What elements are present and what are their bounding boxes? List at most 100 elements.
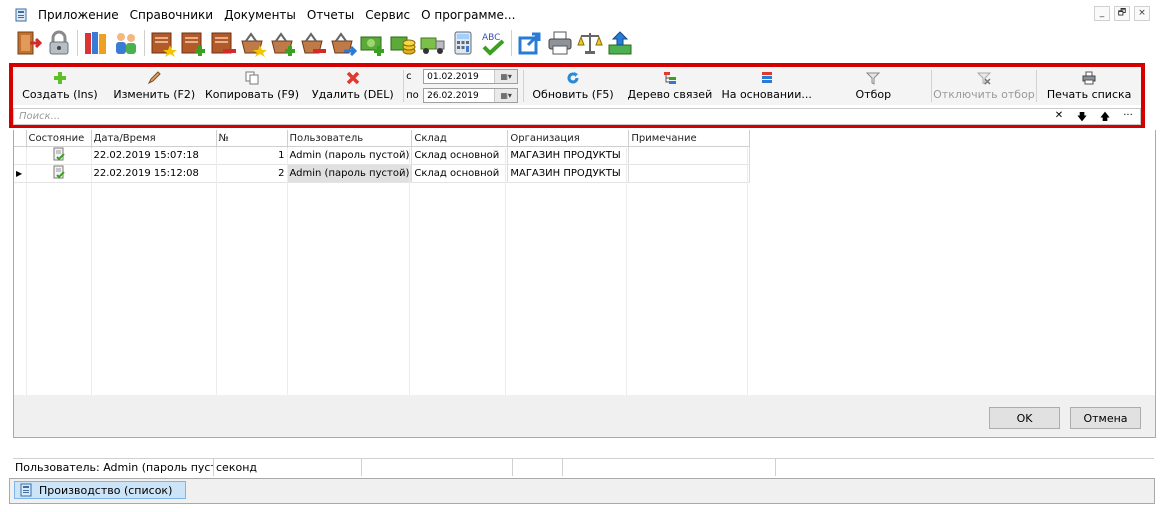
- menu-references[interactable]: Справочники: [130, 8, 213, 22]
- period-to-label: по: [406, 90, 419, 101]
- date-to-field[interactable]: 26.02.2019 ▦▾: [423, 88, 519, 103]
- search-input[interactable]: [16, 109, 1052, 124]
- export-icon[interactable]: [515, 28, 545, 58]
- cancel-button[interactable]: Отмена: [1070, 407, 1141, 429]
- column-divider: [409, 148, 410, 395]
- create-button[interactable]: Создать (Ins): [13, 67, 107, 105]
- column-divider: [216, 148, 217, 395]
- col-datetime[interactable]: Дата/Время: [91, 130, 217, 147]
- link-tree-button[interactable]: Дерево связей: [622, 67, 717, 105]
- refresh-button[interactable]: Обновить (F5): [524, 67, 623, 105]
- menu-reports[interactable]: Отчеты: [307, 8, 354, 22]
- calendar-dropdown-icon[interactable]: ▦▾: [494, 70, 518, 83]
- filter-icon: [866, 72, 881, 85]
- row-current-icon: ▶: [14, 164, 27, 183]
- find-next-icon[interactable]: 🡇: [1076, 110, 1088, 127]
- scales-icon[interactable]: [575, 28, 605, 58]
- menu-bar: Приложение Справочники Документы Отчеты …: [14, 4, 1154, 26]
- organization-cell: МАГАЗИН ПРОДУКТЫ: [507, 146, 630, 165]
- tree-icon: [663, 72, 676, 84]
- users-icon[interactable]: [111, 28, 141, 58]
- spellcheck-icon[interactable]: ABC: [478, 28, 508, 58]
- close-button[interactable]: ×: [1134, 6, 1150, 21]
- clear-search-icon[interactable]: ✕: [1053, 110, 1065, 127]
- table-row[interactable]: ▶ 22.02.2019 15:12:08 2 Admin (пароль пу…: [14, 164, 751, 183]
- basket-remove-icon[interactable]: [298, 28, 328, 58]
- based-on-icon: [761, 72, 772, 83]
- table-row[interactable]: 22.02.2019 15:07:18 1 Admin (пароль пуст…: [14, 146, 751, 165]
- col-number[interactable]: №: [216, 130, 288, 147]
- doc-remove-icon[interactable]: [208, 28, 238, 58]
- refresh-icon: [567, 72, 579, 84]
- restore-button[interactable]: 🗗: [1114, 6, 1130, 21]
- organization-cell: МАГАЗИН ПРОДУКТЫ: [507, 164, 630, 183]
- filter-off-button[interactable]: Отключить отбор: [932, 67, 1037, 105]
- column-divider: [505, 148, 506, 395]
- status-cell: [26, 146, 92, 165]
- books-icon[interactable]: [81, 28, 111, 58]
- truck-icon[interactable]: [418, 28, 448, 58]
- plus-icon: [53, 72, 66, 84]
- lock-icon[interactable]: [44, 28, 74, 58]
- list-window-icon: [20, 483, 32, 497]
- printer-icon[interactable]: [545, 28, 575, 58]
- date-from-field[interactable]: 01.02.2019 ▦▾: [423, 69, 519, 84]
- copy-button[interactable]: Копировать (F9): [202, 67, 303, 105]
- coins-icon[interactable]: [388, 28, 418, 58]
- status-user: Пользователь: Admin (пароль пусто: [15, 459, 214, 476]
- col-note[interactable]: Примечание: [628, 130, 751, 147]
- doc-add-icon[interactable]: [178, 28, 208, 58]
- menu-documents[interactable]: Документы: [224, 8, 296, 22]
- svg-text:ABC: ABC: [482, 33, 500, 43]
- status-cell-empty: [362, 459, 513, 476]
- doc-star-icon[interactable]: [148, 28, 178, 58]
- date-to-value: 26.02.2019: [427, 91, 479, 101]
- filter-button[interactable]: Отбор: [816, 67, 931, 105]
- filter-off-label: Отключить отбор: [933, 88, 1035, 101]
- ok-button[interactable]: OK: [989, 407, 1060, 429]
- money-icon[interactable]: [358, 28, 388, 58]
- status-cell: [26, 164, 92, 183]
- menu-about[interactable]: О программе...: [421, 8, 515, 22]
- search-bar: ✕ 🡇 🡅 ···: [13, 108, 1141, 125]
- find-prev-icon[interactable]: 🡅: [1099, 110, 1111, 127]
- task-label: Производство (список): [39, 483, 173, 497]
- exit-icon[interactable]: [14, 28, 44, 58]
- based-on-button[interactable]: На основании...: [717, 67, 816, 105]
- based-on-label: На основании...: [721, 88, 812, 101]
- filter-label: Отбор: [855, 88, 892, 101]
- basket-star-icon[interactable]: [238, 28, 268, 58]
- user-cell: Admin (пароль пустой): [287, 146, 413, 165]
- warehouse-cell: Склад основной: [411, 164, 509, 183]
- documents-grid: Состояние Дата/Время № Пользователь Скла…: [13, 130, 1156, 396]
- col-status[interactable]: Состояние: [26, 130, 92, 147]
- calculator-icon[interactable]: [448, 28, 478, 58]
- upload-icon[interactable]: [605, 28, 635, 58]
- col-warehouse[interactable]: Склад: [411, 130, 509, 147]
- status-cell-empty: [513, 459, 563, 476]
- status-cell-empty: [563, 459, 776, 476]
- application-window: Приложение Справочники Документы Отчеты …: [0, 0, 1162, 512]
- row-indicator: [14, 146, 27, 165]
- row-indicator-header: [14, 130, 27, 147]
- delete-button[interactable]: Удалить (DEL): [302, 67, 403, 105]
- printer-small-icon: [1082, 71, 1096, 85]
- more-options-icon[interactable]: ···: [1122, 110, 1134, 127]
- basket-add-icon[interactable]: [268, 28, 298, 58]
- print-list-button[interactable]: Печать списка: [1037, 67, 1141, 105]
- edit-button[interactable]: Изменить (F2): [107, 67, 202, 105]
- menu-app[interactable]: Приложение: [38, 8, 119, 22]
- delete-icon: [346, 71, 360, 85]
- menu-service[interactable]: Сервис: [365, 8, 410, 22]
- minimize-button[interactable]: _: [1094, 6, 1110, 21]
- column-divider: [747, 148, 748, 395]
- calendar-dropdown-icon[interactable]: ▦▾: [494, 89, 518, 102]
- task-production-list[interactable]: Производство (список): [14, 481, 186, 499]
- col-user[interactable]: Пользователь: [287, 130, 413, 147]
- status-bar: Пользователь: Admin (пароль пусто секонд: [13, 458, 1154, 476]
- column-divider: [626, 148, 627, 395]
- col-organization[interactable]: Организация: [507, 130, 630, 147]
- number-cell: 2: [216, 164, 288, 183]
- basket-move-icon[interactable]: [328, 28, 358, 58]
- note-cell: [628, 164, 751, 183]
